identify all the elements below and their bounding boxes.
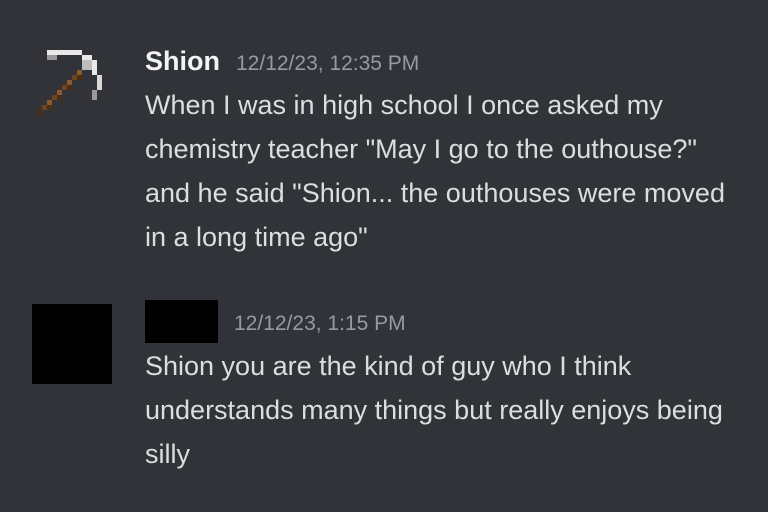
message-text: Shion you are the kind of guy who I thin… [145,351,723,469]
username[interactable]: Shion [145,44,220,78]
message-header: Shion 12/12/23, 12:35 PM [145,44,419,81]
username-redacted[interactable] [145,300,218,343]
message-text: When I was in high school I once asked m… [145,90,725,252]
message-2: 12/12/23, 1:15 PM Shion you are the kind… [0,270,768,512]
timestamp[interactable]: 12/12/23, 1:15 PM [234,307,406,341]
avatar[interactable] [32,40,112,120]
message-1: Shion 12/12/23, 12:35 PM When I was in h… [0,0,768,270]
timestamp[interactable]: 12/12/23, 12:35 PM [236,47,419,81]
avatar-redacted[interactable] [32,304,112,384]
pickaxe-icon [37,50,102,115]
